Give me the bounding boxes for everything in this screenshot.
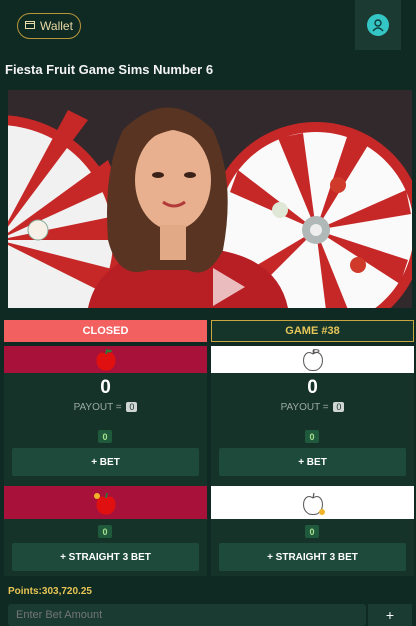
play-icon[interactable]: [211, 266, 247, 308]
white-straight-count: 0: [305, 525, 319, 538]
red-payout: PAYOUT = 0: [4, 402, 207, 413]
red-payout-value: 0: [126, 402, 138, 412]
white-bet-amount: 0: [307, 377, 318, 398]
bet-amount-input[interactable]: [8, 604, 364, 626]
video-frame-image: [8, 90, 412, 308]
red-straight-count: 0: [98, 525, 112, 538]
red-straight-bet-button[interactable]: + STRAIGHT 3 BET: [12, 543, 199, 571]
white-payout-value: 0: [333, 402, 345, 412]
white-payout: PAYOUT = 0: [211, 402, 414, 413]
red-apple-bar[interactable]: [4, 346, 207, 373]
add-amount-button[interactable]: +: [368, 604, 412, 626]
points-balance: Points:303,720.25: [8, 586, 92, 597]
top-bar: Wallet: [0, 0, 416, 52]
white-bet-count: 0: [305, 430, 319, 443]
bet-amount-field[interactable]: [8, 604, 366, 626]
page-title: Fiesta Fruit Game Sims Number 6: [5, 62, 214, 77]
user-icon: [367, 14, 389, 36]
white-bet-button[interactable]: + BET: [219, 448, 406, 476]
white-straight-bar[interactable]: [211, 486, 414, 519]
red-bet-amount: 0: [100, 377, 111, 398]
white-apple-icon: [302, 348, 323, 371]
white-apple-bar[interactable]: [211, 346, 414, 373]
red-bet-count: 0: [98, 430, 112, 443]
wallet-icon: [25, 19, 36, 33]
wallet-button[interactable]: Wallet: [17, 13, 81, 39]
round-status-closed: CLOSED: [4, 320, 207, 342]
user-profile-button[interactable]: [355, 0, 401, 50]
red-apple-star-icon: [93, 492, 115, 514]
live-video-player[interactable]: [8, 90, 412, 308]
red-apple-icon: [96, 348, 115, 370]
white-straight-bet-button[interactable]: + STRAIGHT 3 BET: [219, 543, 406, 571]
red-bet-button[interactable]: + BET: [12, 448, 199, 476]
red-straight-bar[interactable]: [4, 486, 207, 519]
white-apple-star-icon: [302, 492, 325, 515]
game-number-badge: GAME #38: [211, 320, 414, 342]
wallet-label: Wallet: [40, 19, 73, 33]
